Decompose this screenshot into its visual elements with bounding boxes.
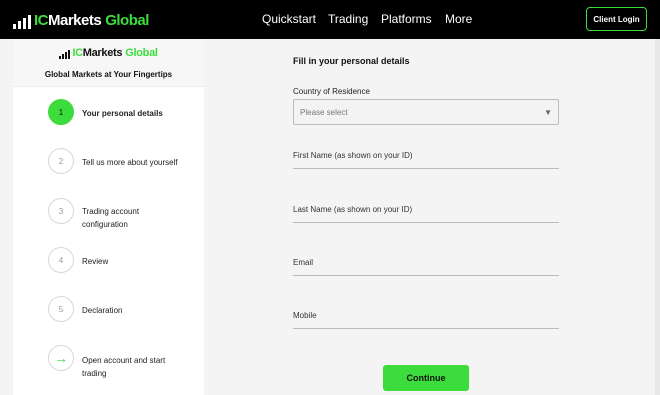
step-label: Declaration xyxy=(82,306,123,315)
sidebar-logo-ic: IC xyxy=(72,47,83,59)
email-placeholder: Email xyxy=(293,258,314,267)
step-number: 3 xyxy=(48,198,74,224)
caret-down-icon: ▼ xyxy=(544,108,552,117)
scrollbar-track[interactable] xyxy=(655,39,660,395)
sidebar-header: IC Markets Global Global Markets at Your… xyxy=(13,39,204,87)
arrow-right-icon: → xyxy=(48,345,74,371)
logo-bars-icon xyxy=(13,15,31,29)
sidebar-logo: IC Markets Global xyxy=(59,46,158,59)
step-label: Trading account configuration xyxy=(82,207,140,229)
mobile-placeholder: Mobile xyxy=(293,311,317,320)
step-label: Tell us more about yourself xyxy=(82,158,178,167)
brand-markets: Markets xyxy=(48,12,102,29)
last-name-placeholder: Last Name (as shown on your ID) xyxy=(293,205,413,214)
steps-sidebar: IC Markets Global Global Markets at Your… xyxy=(13,39,204,395)
email-input[interactable]: Email xyxy=(293,256,559,276)
country-label: Country of Residence xyxy=(293,87,370,96)
step-label: Open account and start trading xyxy=(82,356,166,378)
logo-bars-icon xyxy=(59,50,71,59)
step-number: 2 xyxy=(48,148,74,174)
step-number: 5 xyxy=(48,296,74,322)
brand-ic: IC xyxy=(34,12,49,29)
sidebar-logo-markets: Markets xyxy=(82,47,123,59)
continue-button[interactable]: Continue xyxy=(383,365,469,391)
top-navbar: IC Markets Global Quickstart Trading Pla… xyxy=(0,0,660,39)
step-number: 4 xyxy=(48,247,74,273)
nav-trading[interactable]: Trading xyxy=(328,12,368,26)
step-label: Your personal details xyxy=(82,109,163,118)
sidebar-tagline: Global Markets at Your Fingertips xyxy=(44,70,173,79)
nav-quickstart[interactable]: Quickstart xyxy=(262,12,316,26)
step-number: 1 xyxy=(48,99,74,125)
first-name-input[interactable]: First Name (as shown on your ID) xyxy=(293,149,559,169)
step-label: Review xyxy=(82,257,109,266)
brand-global: Global xyxy=(105,12,149,29)
brand-logo[interactable]: IC Markets Global xyxy=(13,9,149,29)
last-name-input[interactable]: Last Name (as shown on your ID) xyxy=(293,203,559,223)
first-name-placeholder: First Name (as shown on your ID) xyxy=(293,151,413,160)
form-title: Fill in your personal details xyxy=(293,56,410,66)
client-login-button[interactable]: Client Login xyxy=(586,7,647,31)
nav-more[interactable]: More xyxy=(445,12,472,26)
sidebar-logo-global: Global xyxy=(125,47,158,59)
country-placeholder: Please select xyxy=(300,108,348,117)
nav-platforms[interactable]: Platforms xyxy=(381,12,432,26)
country-select[interactable]: Please select ▼ xyxy=(293,99,559,125)
mobile-input[interactable]: Mobile xyxy=(293,309,559,329)
